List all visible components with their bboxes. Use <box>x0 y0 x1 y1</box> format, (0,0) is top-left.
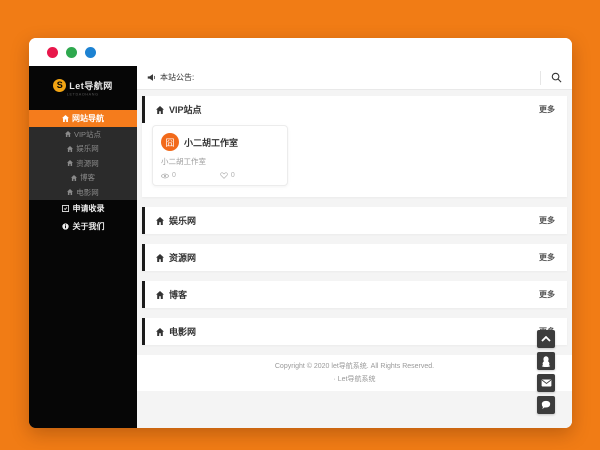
home-icon <box>156 327 164 336</box>
eye-icon <box>161 173 169 179</box>
announcement-label: 本站公告: <box>160 73 195 82</box>
page-footer: Copyright © 2020 let导航系统. All Rights Res… <box>137 355 572 391</box>
more-link[interactable]: 更多 <box>539 104 555 115</box>
email-button[interactable] <box>537 374 555 392</box>
sidebar-item-entertainment[interactable]: 娱乐网 <box>29 142 137 157</box>
window-close-dot[interactable] <box>47 46 58 58</box>
sidebar-item-site-nav[interactable]: 网站导航 <box>29 110 137 127</box>
info-icon <box>61 223 69 230</box>
megaphone-icon <box>147 73 156 82</box>
home-icon <box>156 253 164 262</box>
logo-icon: S <box>53 78 67 92</box>
card-row: 囧 小二胡工作室 小二胡工作室 0 0 <box>142 123 567 197</box>
home-icon <box>156 105 164 114</box>
section-blog: 博客 更多 <box>142 281 567 308</box>
logo-subtitle: LETDAOHANG <box>67 92 99 97</box>
home-icon <box>67 145 74 152</box>
page-body: S Let导航网 LETDAOHANG 网站导航 VIP站点 娱乐网 资源网 博… <box>29 66 572 428</box>
sidebar-item-label: 娱乐网 <box>76 144 99 154</box>
section-title: 电影网 <box>169 327 197 337</box>
section-header: 娱乐网 更多 <box>142 207 567 234</box>
browser-window: S Let导航网 LETDAOHANG 网站导航 VIP站点 娱乐网 资源网 博… <box>29 38 572 428</box>
section-accent-bar <box>142 207 145 234</box>
search-icon[interactable] <box>551 72 562 83</box>
section-header: 电影网 更多 <box>142 318 567 345</box>
site-card[interactable]: 囧 小二胡工作室 小二胡工作室 0 0 <box>152 125 288 186</box>
chevron-up-icon <box>541 336 551 342</box>
announcement-bar: 本站公告: <box>137 66 572 90</box>
section-header: 博客 更多 <box>142 281 567 308</box>
footer-bullet: · <box>333 376 336 383</box>
sidebar-item-label: 关于我们 <box>72 222 105 231</box>
home-icon <box>64 131 71 138</box>
sidebar-item-label: VIP站点 <box>73 129 102 139</box>
section-entertainment: 娱乐网 更多 <box>142 207 567 234</box>
home-icon <box>62 115 69 122</box>
sidebar-submenu: VIP站点 娱乐网 资源网 博客 电影网 <box>29 127 137 200</box>
sidebar-item-blog[interactable]: 博客 <box>29 171 137 186</box>
logo[interactable]: S Let导航网 LETDAOHANG <box>29 66 137 110</box>
section-header: VIP站点 更多 <box>142 96 567 123</box>
sidebar-item-label: 博客 <box>80 173 95 183</box>
qq-contact-button[interactable] <box>537 352 555 370</box>
section-vip: VIP站点 更多 囧 小二胡工作室 小二胡工作室 0 0 <box>142 96 567 197</box>
section-accent-bar <box>142 281 145 308</box>
qq-icon <box>541 355 551 367</box>
sidebar-item-movies[interactable]: 电影网 <box>29 185 137 200</box>
sidebar-item-label: 电影网 <box>76 187 99 197</box>
likes-count: 0 <box>230 172 235 179</box>
section-movies: 电影网 更多 <box>142 318 567 345</box>
site-avatar: 囧 <box>161 133 179 151</box>
section-title: 资源网 <box>169 253 197 263</box>
sidebar-item-label: 网站导航 <box>72 114 104 123</box>
section-resources: 资源网 更多 <box>142 244 567 271</box>
home-icon <box>67 160 74 167</box>
section-title: 娱乐网 <box>169 216 197 226</box>
comment-icon <box>541 400 551 410</box>
apply-icon <box>61 205 69 212</box>
comments-button[interactable] <box>537 396 555 414</box>
views-count: 0 <box>172 172 176 179</box>
sidebar-item-resources[interactable]: 资源网 <box>29 156 137 171</box>
divider <box>540 70 541 85</box>
section-accent-bar <box>142 96 145 123</box>
section-accent-bar <box>142 318 145 345</box>
home-icon <box>67 189 74 196</box>
site-card-stats: 0 0 <box>161 172 279 179</box>
heart-icon[interactable] <box>220 172 228 179</box>
more-link[interactable]: 更多 <box>539 215 555 226</box>
mail-icon <box>541 379 552 387</box>
more-link[interactable]: 更多 <box>539 289 555 300</box>
section-title: VIP站点 <box>169 105 202 115</box>
section-header: 资源网 更多 <box>142 244 567 271</box>
floating-toolbar <box>537 330 555 414</box>
back-to-top-button[interactable] <box>537 330 555 348</box>
logo-title: Let导航网 <box>69 80 113 91</box>
window-maximize-dot[interactable] <box>85 46 96 58</box>
sidebar-item-label: 资源网 <box>76 158 99 168</box>
site-card-title: 小二胡工作室 <box>184 137 239 148</box>
window-minimize-dot[interactable] <box>66 46 77 58</box>
sidebar-filler <box>29 235 137 428</box>
footer-link[interactable]: Let导航系统 <box>338 376 376 383</box>
home-icon <box>156 216 164 225</box>
main-content: 本站公告: VIP站点 更多 囧 小二胡工作室 小二胡工作室 0 0 娱乐网 更… <box>137 66 572 428</box>
home-icon <box>71 174 77 181</box>
sidebar-item-label: 申请收录 <box>72 204 105 213</box>
sidebar: S Let导航网 LETDAOHANG 网站导航 VIP站点 娱乐网 资源网 博… <box>29 66 137 428</box>
browser-titlebar <box>29 38 572 66</box>
section-title: 博客 <box>169 290 188 300</box>
site-card-subtitle: 小二胡工作室 <box>161 157 206 166</box>
more-link[interactable]: 更多 <box>539 252 555 263</box>
section-accent-bar <box>142 244 145 271</box>
sections-area: VIP站点 更多 囧 小二胡工作室 小二胡工作室 0 0 娱乐网 更多 资源网 … <box>137 90 572 355</box>
copyright-text: Copyright © 2020 let导航系统. All Rights Res… <box>274 363 435 370</box>
sidebar-item-apply[interactable]: 申请收录 <box>29 199 137 218</box>
home-icon <box>156 290 164 299</box>
sidebar-item-vip[interactable]: VIP站点 <box>29 127 137 142</box>
content-filler <box>137 391 572 428</box>
sidebar-item-about[interactable]: 关于我们 <box>29 217 137 236</box>
